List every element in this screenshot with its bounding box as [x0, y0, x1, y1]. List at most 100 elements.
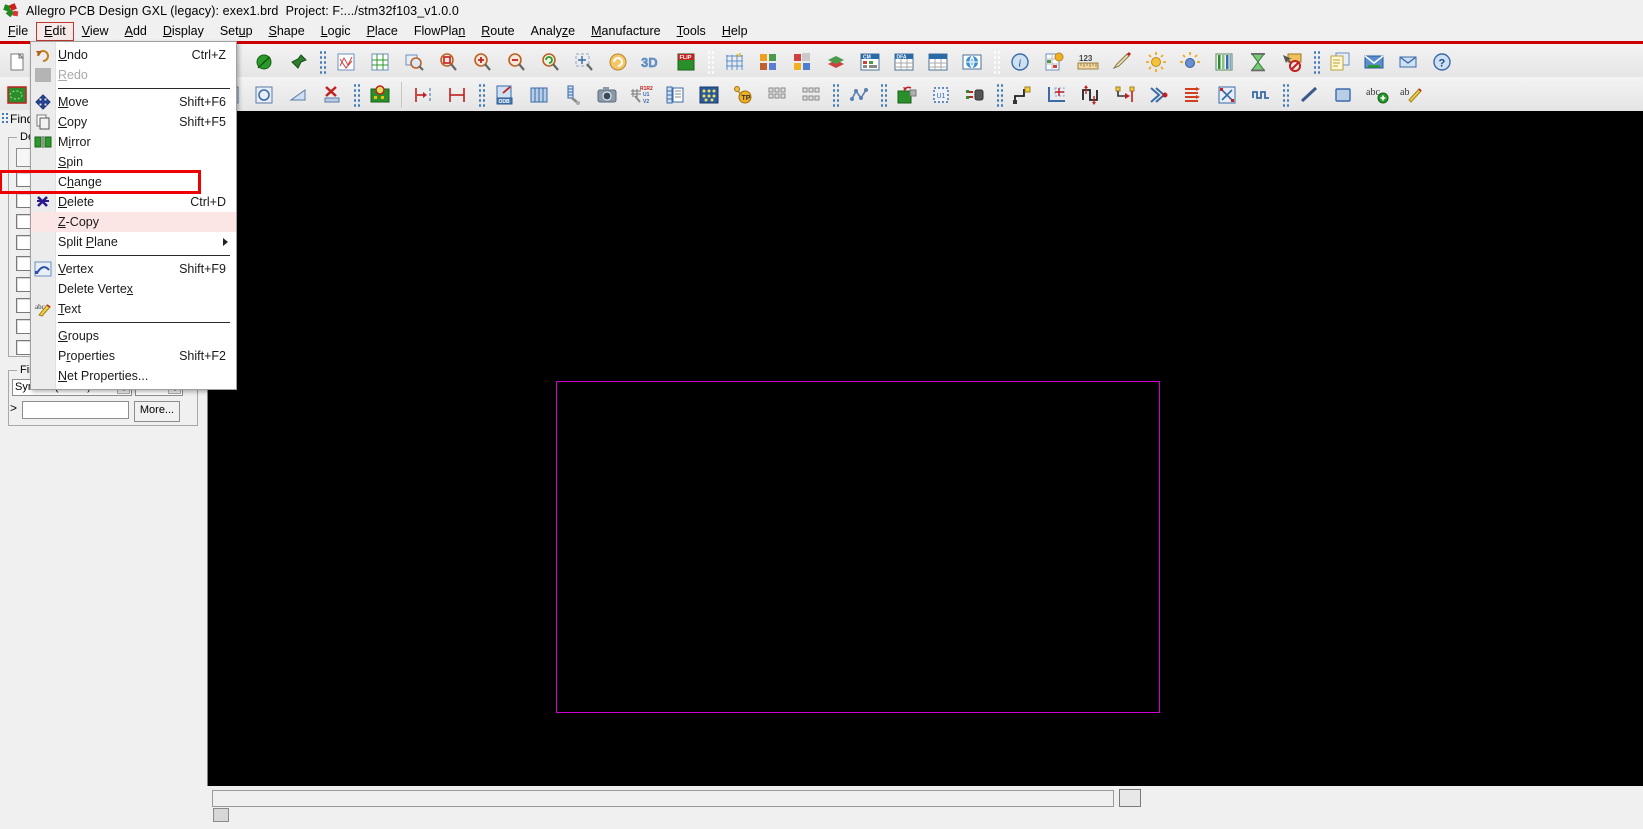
checkbox-clines[interactable]: [16, 319, 31, 334]
highlight-icon[interactable]: [1106, 46, 1138, 78]
zoom-previous-icon[interactable]: [534, 46, 566, 78]
dimension-span-icon[interactable]: [441, 79, 473, 111]
route-custom-icon[interactable]: [1041, 79, 1073, 111]
route-fanout-icon[interactable]: [1109, 79, 1141, 111]
menu-item-undo[interactable]: Undo Ctrl+Z: [31, 45, 236, 65]
route-group-icon[interactable]: [1177, 79, 1209, 111]
drill-legend-icon[interactable]: [557, 79, 589, 111]
shape-add-icon[interactable]: [1, 79, 33, 111]
menu-place[interactable]: Place: [359, 22, 406, 41]
rectangle-icon[interactable]: [1327, 79, 1359, 111]
shape-delete-icon[interactable]: [316, 79, 348, 111]
ncdrill-icon[interactable]: [659, 79, 691, 111]
layer-bars-icon[interactable]: [1208, 46, 1240, 78]
route-delay-icon[interactable]: [1075, 79, 1107, 111]
edit-dropdown-menu[interactable]: Undo Ctrl+Z Redo Move Shift+F6 Copy Shif…: [30, 41, 237, 390]
constraint-manager-icon[interactable]: CM: [854, 46, 886, 78]
menu-display[interactable]: Display: [155, 22, 212, 41]
dimension-left-icon[interactable]: [407, 79, 439, 111]
checkbox-comps[interactable]: [16, 193, 31, 208]
toolbar-grip[interactable]: [879, 82, 887, 108]
timing-icon[interactable]: [1242, 46, 1274, 78]
info-icon[interactable]: i: [1004, 46, 1036, 78]
route-connect-icon[interactable]: [1007, 79, 1039, 111]
route-spread-icon[interactable]: [1143, 79, 1175, 111]
subclass-icon[interactable]: [786, 46, 818, 78]
menu-view[interactable]: View: [74, 22, 117, 41]
toolbar-grip[interactable]: [477, 82, 485, 108]
menu-setup[interactable]: Setup: [212, 22, 261, 41]
menu-file[interactable]: File: [0, 22, 36, 41]
menu-item-spin[interactable]: Spin: [31, 152, 236, 172]
menu-item-vertex[interactable]: Vertex Shift+F9: [31, 259, 236, 279]
menu-tools[interactable]: Tools: [669, 22, 714, 41]
menu-item-mirror[interactable]: Mirror: [31, 132, 236, 152]
help-icon[interactable]: ?: [1426, 46, 1458, 78]
shadow-off-icon[interactable]: [1174, 46, 1206, 78]
netlist-icon[interactable]: [843, 79, 875, 111]
padstack-icon[interactable]: [761, 79, 793, 111]
pad-array-icon[interactable]: [795, 79, 827, 111]
toolbar-grip[interactable]: [992, 49, 1000, 75]
checkbox-lines[interactable]: [16, 340, 31, 355]
display-grid-icon[interactable]: [364, 46, 396, 78]
new-file-icon[interactable]: [1, 46, 33, 78]
testprep-matrix-icon[interactable]: [693, 79, 725, 111]
view-3d-icon[interactable]: 3D: [636, 46, 668, 78]
camera-icon[interactable]: [591, 79, 623, 111]
gloss-icon[interactable]: [922, 46, 954, 78]
menu-item-delete-vertex[interactable]: Delete Vertex: [31, 279, 236, 299]
zoom-by-points-icon[interactable]: [432, 46, 464, 78]
checkbox-vias[interactable]: [16, 298, 31, 313]
silkscreen-icon[interactable]: R1R2 U1 V2: [625, 79, 657, 111]
menu-item-move[interactable]: Move Shift+F6: [31, 92, 236, 112]
dfa-table-icon[interactable]: DFA: [888, 46, 920, 78]
pin-icon[interactable]: [282, 46, 314, 78]
text-edit-icon[interactable]: ab: [1395, 79, 1427, 111]
route-meander-icon[interactable]: [1245, 79, 1277, 111]
toolbar-grip[interactable]: [995, 82, 1003, 108]
find-search-input[interactable]: [22, 401, 129, 419]
menu-item-delete[interactable]: Delete Ctrl+D: [31, 192, 236, 212]
checkbox-pins[interactable]: [16, 277, 31, 292]
flip-design-icon[interactable]: FLIP: [670, 46, 702, 78]
board-outline[interactable]: [556, 381, 1160, 713]
status-color-swatch[interactable]: [1119, 789, 1141, 807]
package-place-icon[interactable]: [364, 79, 396, 111]
artwork-icon[interactable]: [523, 79, 555, 111]
grid-toggle-icon[interactable]: [718, 46, 750, 78]
menu-help[interactable]: Help: [714, 22, 756, 41]
checkbox-nets[interactable]: [16, 256, 31, 271]
line-icon[interactable]: [1293, 79, 1325, 111]
toolbar-grip[interactable]: [318, 49, 326, 75]
no-drc-icon[interactable]: [1276, 46, 1308, 78]
zoom-world-icon[interactable]: [568, 46, 600, 78]
route-auto-icon[interactable]: [1211, 79, 1243, 111]
toolbar-grip[interactable]: [1312, 49, 1320, 75]
checkbox-groups[interactable]: [16, 172, 31, 187]
status-message-field[interactable]: [212, 790, 1114, 807]
leaf-icon[interactable]: [248, 46, 280, 78]
menu-item-split-plane[interactable]: Split Plane: [31, 232, 236, 252]
place-component-icon[interactable]: U1: [925, 79, 957, 111]
checkbox-symbols[interactable]: [16, 214, 31, 229]
text-add-icon[interactable]: abc: [1361, 79, 1393, 111]
menu-flowplan[interactable]: FlowPlan: [406, 22, 473, 41]
menu-shape[interactable]: Shape: [261, 22, 313, 41]
zoom-in-icon[interactable]: [466, 46, 498, 78]
menu-item-properties[interactable]: Properties Shift+F2: [31, 346, 236, 366]
swap-icon[interactable]: [959, 79, 991, 111]
menu-edit[interactable]: Edit: [36, 21, 74, 41]
place-manual-icon[interactable]: [891, 79, 923, 111]
layer-stack-icon[interactable]: [820, 46, 852, 78]
menu-manufacture[interactable]: Manufacture: [583, 22, 669, 41]
odb-export-icon[interactable]: ODB: [489, 79, 521, 111]
menu-add[interactable]: Add: [117, 22, 155, 41]
toolbar-grip[interactable]: [1281, 82, 1289, 108]
report-icon[interactable]: [1038, 46, 1070, 78]
design-canvas[interactable]: [207, 111, 1643, 786]
toolbar-grip[interactable]: [352, 82, 360, 108]
zoom-fit-icon[interactable]: [398, 46, 430, 78]
menu-item-net-properties[interactable]: Net Properties...: [31, 366, 236, 386]
world-grid-icon[interactable]: [956, 46, 988, 78]
